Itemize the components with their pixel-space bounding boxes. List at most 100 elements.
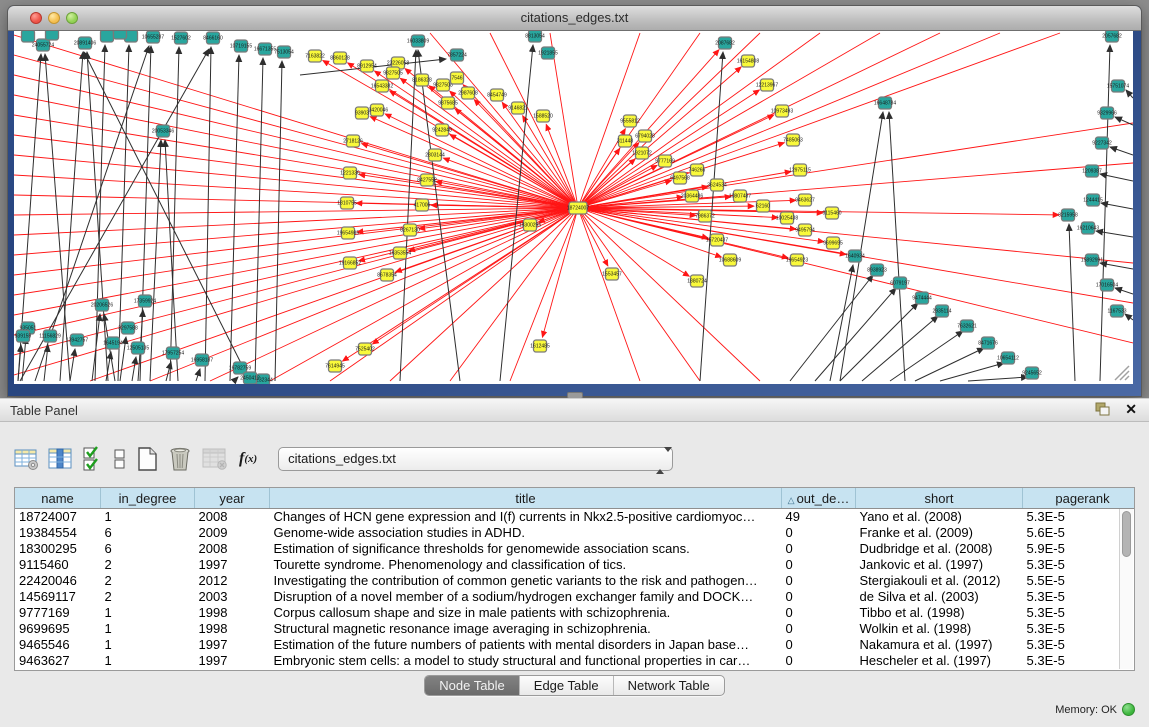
svg-text:8215958: 8215958: [1058, 213, 1078, 219]
sort-ascending-icon: △: [788, 495, 795, 505]
svg-text:311448: 311448: [617, 139, 634, 145]
svg-text:2935114: 2935114: [932, 309, 951, 315]
table-row[interactable]: 2242004622012Investigating the contribut…: [15, 573, 1135, 589]
svg-text:8427552: 8427552: [417, 178, 437, 184]
column-header-outde[interactable]: △out_de…: [782, 488, 856, 509]
memory-status-indicator[interactable]: [1122, 703, 1135, 716]
svg-text:2057682: 2057682: [1102, 34, 1122, 40]
cell-indegree: 6: [101, 525, 195, 541]
svg-text:8471676: 8471676: [978, 341, 998, 347]
cell-short: Nakamura et al. (1997): [856, 637, 1023, 653]
cell-name: 14569117: [15, 589, 101, 605]
column-header-year[interactable]: year: [195, 488, 270, 509]
svg-text:16033809: 16033809: [407, 39, 429, 45]
table-scrollbar-thumb[interactable]: [1122, 511, 1131, 557]
svg-text:17359924: 17359924: [134, 299, 156, 305]
table-row[interactable]: 1456911722003Disruption of a novel membe…: [15, 589, 1135, 605]
svg-text:6497568: 6497568: [670, 176, 690, 182]
svg-text:9699695: 9699695: [823, 241, 843, 247]
cell-title: Structural magnetic resonance image aver…: [270, 621, 782, 637]
svg-text:2087682: 2087682: [715, 41, 735, 47]
float-panel-icon[interactable]: [1095, 402, 1111, 417]
delete-rows-icon[interactable]: [168, 446, 193, 472]
cell-outde: 49: [782, 509, 856, 526]
table-row[interactable]: 1830029562008Estimation of significance …: [15, 541, 1135, 557]
svg-text:6794028: 6794028: [635, 134, 655, 140]
svg-text:9827505: 9827505: [383, 71, 403, 77]
window-title: citations_edges.txt: [8, 10, 1141, 25]
table-row[interactable]: 946362711997Embryonic stem cells: a mode…: [15, 653, 1135, 669]
table-row[interactable]: 969969511998Structural magnetic resonanc…: [15, 621, 1135, 637]
svg-text:10807487: 10807487: [729, 194, 751, 200]
table-scrollbar[interactable]: [1119, 509, 1133, 669]
svg-text:16782759: 16782759: [229, 366, 251, 372]
cell-outde: 0: [782, 525, 856, 541]
svg-text:24055724: 24055724: [32, 43, 54, 49]
svg-text:6079197: 6079197: [890, 281, 910, 287]
svg-text:746266: 746266: [689, 168, 706, 174]
svg-text:9463627: 9463627: [795, 198, 815, 204]
svg-text:93903: 93903: [355, 111, 369, 117]
resize-grip-icon[interactable]: [1111, 362, 1131, 382]
svg-text:3624534: 3624534: [707, 183, 727, 189]
tab-edge-table[interactable]: Edge Table: [520, 676, 614, 695]
cell-title: Genome-wide association studies in ADHD.: [270, 525, 782, 541]
svg-text:417006: 417006: [414, 203, 431, 209]
svg-text:8454749: 8454749: [487, 93, 507, 99]
column-header-pagerank[interactable]: pagerank: [1023, 488, 1136, 509]
svg-text:16543382: 16543382: [371, 84, 393, 90]
column-header-title[interactable]: title: [270, 488, 782, 509]
show-column-icon[interactable]: [48, 447, 73, 471]
table-row[interactable]: 1872400712008Changes of HCN gene express…: [15, 509, 1135, 526]
delete-table-icon[interactable]: [202, 447, 228, 471]
svg-text:2450412: 2450412: [240, 376, 260, 382]
function-builder-icon[interactable]: f(x): [237, 450, 259, 468]
cell-year: 1998: [195, 621, 270, 637]
new-table-icon[interactable]: [136, 446, 159, 472]
cell-outde: 0: [782, 621, 856, 637]
svg-text:939159: 939159: [15, 334, 32, 340]
svg-text:19654923: 19654923: [786, 258, 808, 264]
select-rows-icon[interactable]: [82, 446, 104, 472]
column-header-indegree[interactable]: in_degree: [101, 488, 195, 509]
cell-year: 2008: [195, 541, 270, 557]
citation-network-graph[interactable]: 2405572420891406106552871527602846616010…: [14, 31, 1133, 384]
network-window-titlebar[interactable]: citations_edges.txt: [8, 6, 1141, 31]
svg-text:9245652: 9245652: [1022, 371, 1042, 377]
table-options-icon[interactable]: [14, 447, 39, 471]
svg-text:62160: 62160: [756, 204, 770, 210]
row-height-icon[interactable]: [113, 447, 127, 471]
network-canvas[interactable]: 2405572420891406106552871527602846616010…: [14, 31, 1133, 384]
cell-name: 9115460: [15, 557, 101, 573]
table-header-row: namein_degreeyeartitle△out_de…shortpager…: [15, 488, 1135, 509]
column-header-name[interactable]: name: [15, 488, 101, 509]
svg-text:16648784: 16648784: [874, 101, 896, 107]
svg-text:8267130: 8267130: [400, 228, 420, 234]
svg-text:7163822: 7163822: [305, 54, 325, 60]
table-row[interactable]: 1938455462009Genome-wide association stu…: [15, 525, 1135, 541]
svg-text:17016504: 17016504: [1096, 283, 1118, 289]
cell-indegree: 2: [101, 573, 195, 589]
tab-network-table[interactable]: Network Table: [614, 676, 724, 695]
svg-text:2803144: 2803144: [425, 153, 445, 159]
table-row[interactable]: 946554611997Estimation of the future num…: [15, 637, 1135, 653]
table-selector-value: citations_edges.txt: [288, 451, 396, 466]
svg-text:7986372: 7986372: [695, 214, 715, 220]
svg-text:13942757: 13942757: [66, 338, 88, 344]
table-row[interactable]: 977716911998Corpus callosum shape and si…: [15, 605, 1135, 621]
cell-title: Corpus callosum shape and size in male p…: [270, 605, 782, 621]
table-row[interactable]: 911546021997Tourette syndrome. Phenomeno…: [15, 557, 1135, 573]
column-header-short[interactable]: short: [856, 488, 1023, 509]
tab-node-table[interactable]: Node Table: [425, 676, 520, 695]
svg-text:23226058: 23226058: [387, 61, 409, 67]
cell-short: Dudbridge et al. (2008): [856, 541, 1023, 557]
svg-text:15720437: 15720437: [706, 238, 728, 244]
svg-text:1645194: 1645194: [103, 341, 123, 347]
table-panel: Table Panel ✕: [0, 398, 1149, 727]
cell-short: Stergiakouli et al. (2012): [856, 573, 1023, 589]
close-panel-icon[interactable]: ✕: [1125, 401, 1137, 418]
table-selector-dropdown[interactable]: citations_edges.txt: [278, 447, 673, 471]
cell-name: 19384554: [15, 525, 101, 541]
svg-text:7525402: 7525402: [355, 347, 375, 353]
svg-text:9242848: 9242848: [432, 128, 452, 134]
